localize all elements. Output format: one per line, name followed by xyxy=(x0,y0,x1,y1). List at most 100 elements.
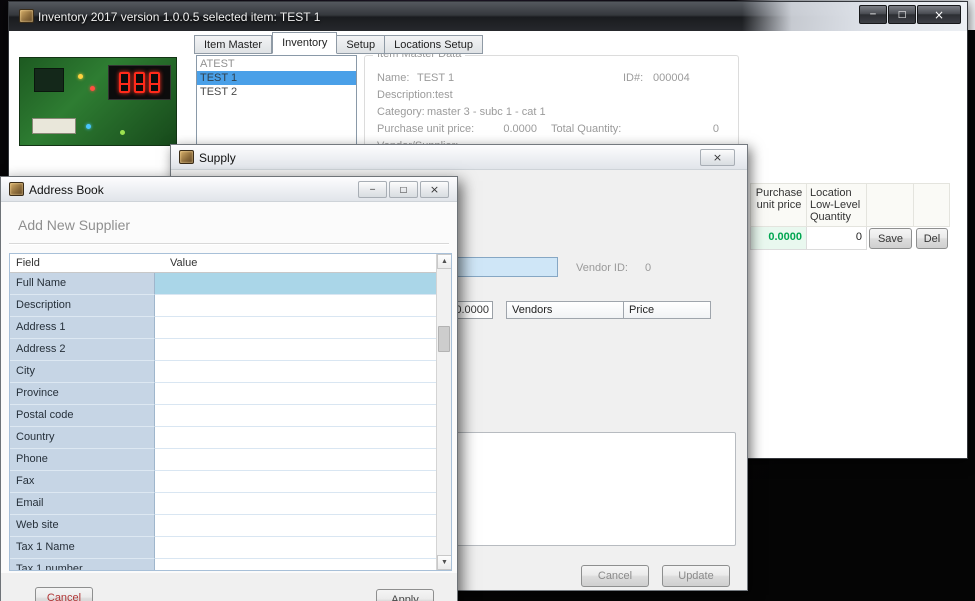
table-header: Field Value xyxy=(10,254,438,273)
table-row: Full Name xyxy=(10,273,438,295)
table-row: Address 2 xyxy=(10,339,438,361)
tab-strip: Item Master Inventory Setup Locations Se… xyxy=(194,32,483,54)
location-grid-row: 0.0000 0 Save Del xyxy=(750,227,950,250)
address-book-app-icon xyxy=(9,182,24,196)
supply-app-icon xyxy=(179,150,194,164)
col-location-low-level-quantity: Location Low-Level Quantity xyxy=(807,183,867,227)
col-value: Value xyxy=(170,257,198,269)
location-grid-header: Purchase unit price Location Low-Level Q… xyxy=(750,183,950,227)
supplier-fields-table: Field Value Full Name Description Addres… xyxy=(9,253,452,571)
ab-cancel-button[interactable]: Cancel xyxy=(35,587,93,601)
item-listbox[interactable]: ATEST TEST 1 TEST 2 xyxy=(196,55,357,149)
pcb-ic-chip xyxy=(34,68,64,92)
desktop: Inventory 2017 version 1.0.0.5 selected … xyxy=(0,0,975,601)
del-button[interactable]: Del xyxy=(916,228,948,249)
field-name: Phone xyxy=(10,449,155,471)
row-quantity-cell[interactable]: 0 xyxy=(807,227,867,250)
table-row: Postal code xyxy=(10,405,438,427)
minimize-icon: ─ xyxy=(870,9,876,20)
list-item-atest[interactable]: ATEST xyxy=(197,57,356,71)
total-quantity-label: Total Quantity: xyxy=(551,123,622,135)
close-icon: × xyxy=(429,183,440,196)
scroll-up-icon[interactable]: ▲ xyxy=(437,254,451,269)
supply-cancel-button[interactable]: Cancel xyxy=(581,565,649,587)
table-row: Fax xyxy=(10,471,438,493)
field-value-input[interactable] xyxy=(155,295,438,317)
category-value: master 3 - subc 1 - cat 1 xyxy=(427,106,546,118)
table-row: Tax 1 Name xyxy=(10,537,438,559)
location-grid: Purchase unit price Location Low-Level Q… xyxy=(750,183,950,250)
list-item-test1-selected[interactable]: TEST 1 xyxy=(197,71,356,85)
row-purchase-price-cell[interactable]: 0.0000 xyxy=(750,227,807,250)
tab-item-master[interactable]: Item Master xyxy=(194,35,273,54)
minimize-icon: ─ xyxy=(370,185,375,194)
name-value: TEST 1 xyxy=(417,72,455,84)
circuit-board-image xyxy=(19,57,177,146)
table-row: City xyxy=(10,361,438,383)
close-icon: × xyxy=(933,7,945,22)
field-value-input[interactable] xyxy=(155,361,438,383)
field-value-input[interactable] xyxy=(155,471,438,493)
scroll-down-icon[interactable]: ▼ xyxy=(437,555,451,570)
scrollbar-thumb[interactable] xyxy=(438,326,450,352)
ab-minimize-button[interactable]: ─ xyxy=(358,181,387,198)
maximize-button[interactable]: □ xyxy=(888,5,916,24)
id-label: ID#: xyxy=(623,72,644,84)
address-book-titlebar[interactable]: Address Book ─ □ × xyxy=(1,177,457,202)
close-button[interactable]: × xyxy=(917,5,961,24)
total-quantity-value: 0 xyxy=(712,123,719,135)
tab-setup[interactable]: Setup xyxy=(337,35,386,54)
col-save xyxy=(867,183,914,227)
pcb-led-display xyxy=(108,65,171,100)
supply-close-button[interactable]: × xyxy=(700,149,735,166)
table-row: Country xyxy=(10,427,438,449)
field-value-input[interactable] xyxy=(155,317,438,339)
field-name: Email xyxy=(10,493,155,515)
purchase-price-label: Purchase unit price: xyxy=(377,123,475,135)
ab-close-button[interactable]: × xyxy=(420,181,449,198)
field-value-input[interactable] xyxy=(155,339,438,361)
field-value-input[interactable] xyxy=(155,383,438,405)
maximize-icon: □ xyxy=(897,9,907,20)
col-price[interactable]: Price xyxy=(624,301,711,319)
main-window-title: Inventory 2017 version 1.0.0.5 selected … xyxy=(38,10,321,24)
list-item-test2[interactable]: TEST 2 xyxy=(197,85,356,99)
supply-titlebar[interactable]: Supply × xyxy=(171,145,747,170)
tab-inventory[interactable]: Inventory xyxy=(272,32,338,54)
field-name: Fax xyxy=(10,471,155,493)
supply-update-button[interactable]: Update xyxy=(662,565,730,587)
maximize-icon: □ xyxy=(399,185,408,194)
ab-apply-button[interactable]: Apply xyxy=(376,589,434,601)
main-titlebar[interactable]: Inventory 2017 version 1.0.0.5 selected … xyxy=(9,2,967,31)
field-value-input[interactable] xyxy=(155,515,438,537)
col-vendors[interactable]: Vendors xyxy=(506,301,624,319)
address-book-title: Address Book xyxy=(29,183,104,197)
field-value-input[interactable] xyxy=(155,559,438,570)
field-value-input[interactable] xyxy=(155,405,438,427)
field-name: City xyxy=(10,361,155,383)
vendor-id-value: 0 xyxy=(645,262,652,274)
supply-window-title: Supply xyxy=(199,151,236,165)
window-controls: ─ □ × xyxy=(859,5,961,24)
table-row: Address 1 xyxy=(10,317,438,339)
field-name: Full Name xyxy=(10,273,155,295)
table-row: Email xyxy=(10,493,438,515)
table-row: Web site xyxy=(10,515,438,537)
save-button[interactable]: Save xyxy=(869,228,912,249)
tab-locations-setup[interactable]: Locations Setup xyxy=(385,35,483,54)
address-book-controls: ─ □ × xyxy=(358,181,449,198)
table-row: Tax 1 number xyxy=(10,559,438,570)
address-book-scrollbar[interactable]: ▲ ▼ xyxy=(436,254,451,570)
field-value-input[interactable] xyxy=(155,537,438,559)
field-name: Tax 1 Name xyxy=(10,537,155,559)
field-value-input[interactable] xyxy=(155,427,438,449)
field-name: Postal code xyxy=(10,405,155,427)
field-name: Country xyxy=(10,427,155,449)
table-row: Phone xyxy=(10,449,438,471)
field-value-input[interactable] xyxy=(155,273,438,295)
field-value-input[interactable] xyxy=(155,493,438,515)
field-value-input[interactable] xyxy=(155,449,438,471)
col-del xyxy=(914,183,950,227)
ab-maximize-button[interactable]: □ xyxy=(389,181,418,198)
minimize-button[interactable]: ─ xyxy=(859,5,887,24)
